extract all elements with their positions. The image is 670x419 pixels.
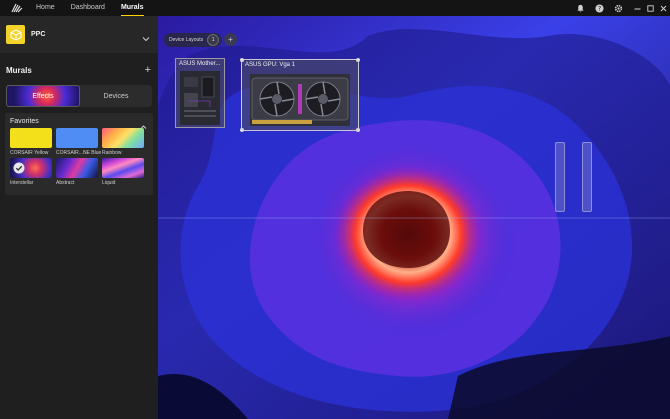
device-layouts-label: Device Layouts bbox=[169, 37, 204, 43]
check-circle-icon bbox=[13, 162, 25, 174]
device-card-gpu[interactable]: ASUS GPU: Vga 1 bbox=[240, 58, 360, 132]
gear-icon[interactable] bbox=[612, 2, 624, 14]
nav-dashboard[interactable]: Dashboard bbox=[71, 0, 105, 16]
mural-effect-image bbox=[158, 16, 670, 419]
chevron-up-icon[interactable] bbox=[140, 118, 147, 129]
favorite-interstellar[interactable] bbox=[10, 158, 52, 178]
favorites-panel: Favorites CORSAIR Yellow CORSAIR...NE Bl… bbox=[5, 113, 153, 195]
favorite-label: Abstract bbox=[56, 180, 75, 186]
add-mural-button[interactable]: + bbox=[145, 64, 151, 76]
profile-selector[interactable]: PPC bbox=[0, 16, 158, 53]
motherboard-image bbox=[180, 71, 220, 125]
murals-title: Murals bbox=[6, 65, 32, 75]
resize-handle[interactable] bbox=[240, 128, 244, 132]
device-layouts-selector[interactable]: Device Layouts 1 bbox=[164, 33, 223, 47]
device-layouts-count: 1 bbox=[207, 34, 220, 46]
sidebar: PPC Murals + Effects Devices Favorites C… bbox=[0, 16, 158, 419]
restore-button[interactable] bbox=[644, 0, 657, 16]
gpu-image bbox=[250, 74, 350, 126]
top-bar: Home Dashboard Murals ? bbox=[0, 0, 670, 16]
favorite-label: Interstellar bbox=[10, 180, 34, 186]
nav-home[interactable]: Home bbox=[36, 0, 55, 16]
resize-handle[interactable] bbox=[356, 128, 360, 132]
favorite-label: Rainbow bbox=[102, 150, 122, 156]
help-icon[interactable]: ? bbox=[593, 2, 605, 14]
nav-murals[interactable]: Murals bbox=[120, 0, 144, 16]
favorite-label: CORSAIR...NE Blue bbox=[56, 150, 102, 156]
svg-text:?: ? bbox=[597, 5, 600, 12]
chevron-down-icon[interactable] bbox=[142, 30, 150, 42]
resize-handle[interactable] bbox=[356, 58, 360, 62]
profile-name: PPC bbox=[31, 31, 46, 38]
murals-tab-switch: Effects Devices bbox=[6, 85, 152, 107]
led-strip-slot[interactable] bbox=[582, 142, 592, 212]
device-label: ASUS Mother... bbox=[179, 61, 221, 67]
favorite-rainbow[interactable] bbox=[102, 128, 144, 148]
led-strip-slot[interactable] bbox=[555, 142, 565, 212]
minimize-button[interactable] bbox=[631, 0, 644, 16]
cube-icon bbox=[6, 25, 25, 44]
tab-devices[interactable]: Devices bbox=[80, 85, 152, 107]
add-layout-button[interactable]: + bbox=[224, 33, 237, 46]
top-right-controls: ? bbox=[574, 0, 670, 16]
favorite-label: CORSAIR Yellow bbox=[10, 150, 49, 156]
murals-header: Murals + bbox=[0, 63, 158, 77]
bell-icon[interactable] bbox=[574, 2, 586, 14]
favorite-corsair-blue[interactable] bbox=[56, 128, 98, 148]
close-button[interactable] bbox=[657, 0, 670, 16]
tab-effects[interactable]: Effects bbox=[6, 85, 80, 107]
favorite-abstract[interactable] bbox=[56, 158, 98, 178]
device-card-motherboard[interactable]: ASUS Mother... bbox=[175, 58, 225, 128]
favorite-label: Liquid bbox=[102, 180, 116, 186]
mural-canvas[interactable]: Device Layouts 1 + ASUS Mother... ASUS G… bbox=[158, 16, 670, 419]
favorite-corsair-yellow[interactable] bbox=[10, 128, 52, 148]
corsair-logo-icon bbox=[10, 1, 24, 15]
resize-handle[interactable] bbox=[240, 58, 244, 62]
favorite-liquid[interactable] bbox=[102, 158, 144, 178]
device-label: ASUS GPU: Vga 1 bbox=[245, 62, 296, 68]
favorites-title: Favorites bbox=[10, 118, 39, 125]
